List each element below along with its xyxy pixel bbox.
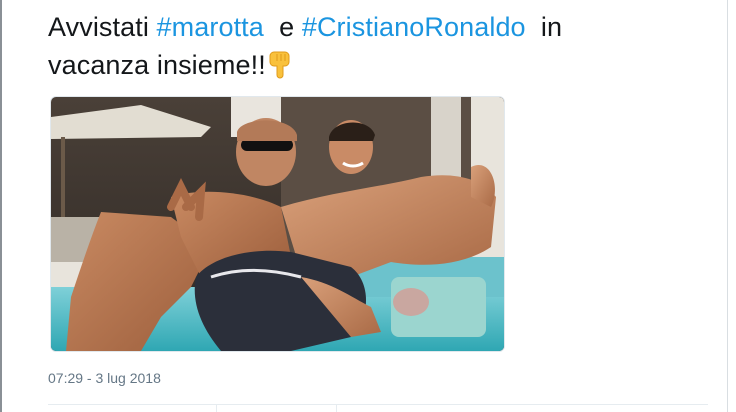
tweet: Avvistati #marotta e #CristianoRonaldo i… <box>48 0 708 412</box>
timeline-border-left <box>0 0 2 412</box>
tweet-text-line-end: in <box>540 12 563 42</box>
tweet-timestamp-link[interactable]: 07:29 - 3 lug 2018 <box>48 370 161 386</box>
beach-pool-photo <box>51 97 504 351</box>
hashtag-marotta-link[interactable]: #marotta <box>157 12 264 42</box>
footer-divider-tick <box>216 404 217 412</box>
tweet-text-line-2: vacanza insieme!! <box>48 50 266 80</box>
tweet-text-middle: e <box>279 12 295 42</box>
tweet-text: Avvistati #marotta e #CristianoRonaldo i… <box>48 8 688 84</box>
tweet-photo[interactable] <box>50 96 505 352</box>
tweet-text-prefix: Avvistati <box>48 12 149 42</box>
footer-divider-tick <box>336 404 337 412</box>
timeline-border-right <box>727 0 728 412</box>
hashtag-cristianoronaldo-link[interactable]: #CristianoRonaldo <box>302 12 526 42</box>
pointing-down-hand-icon <box>268 50 294 80</box>
footer-divider <box>48 404 708 405</box>
